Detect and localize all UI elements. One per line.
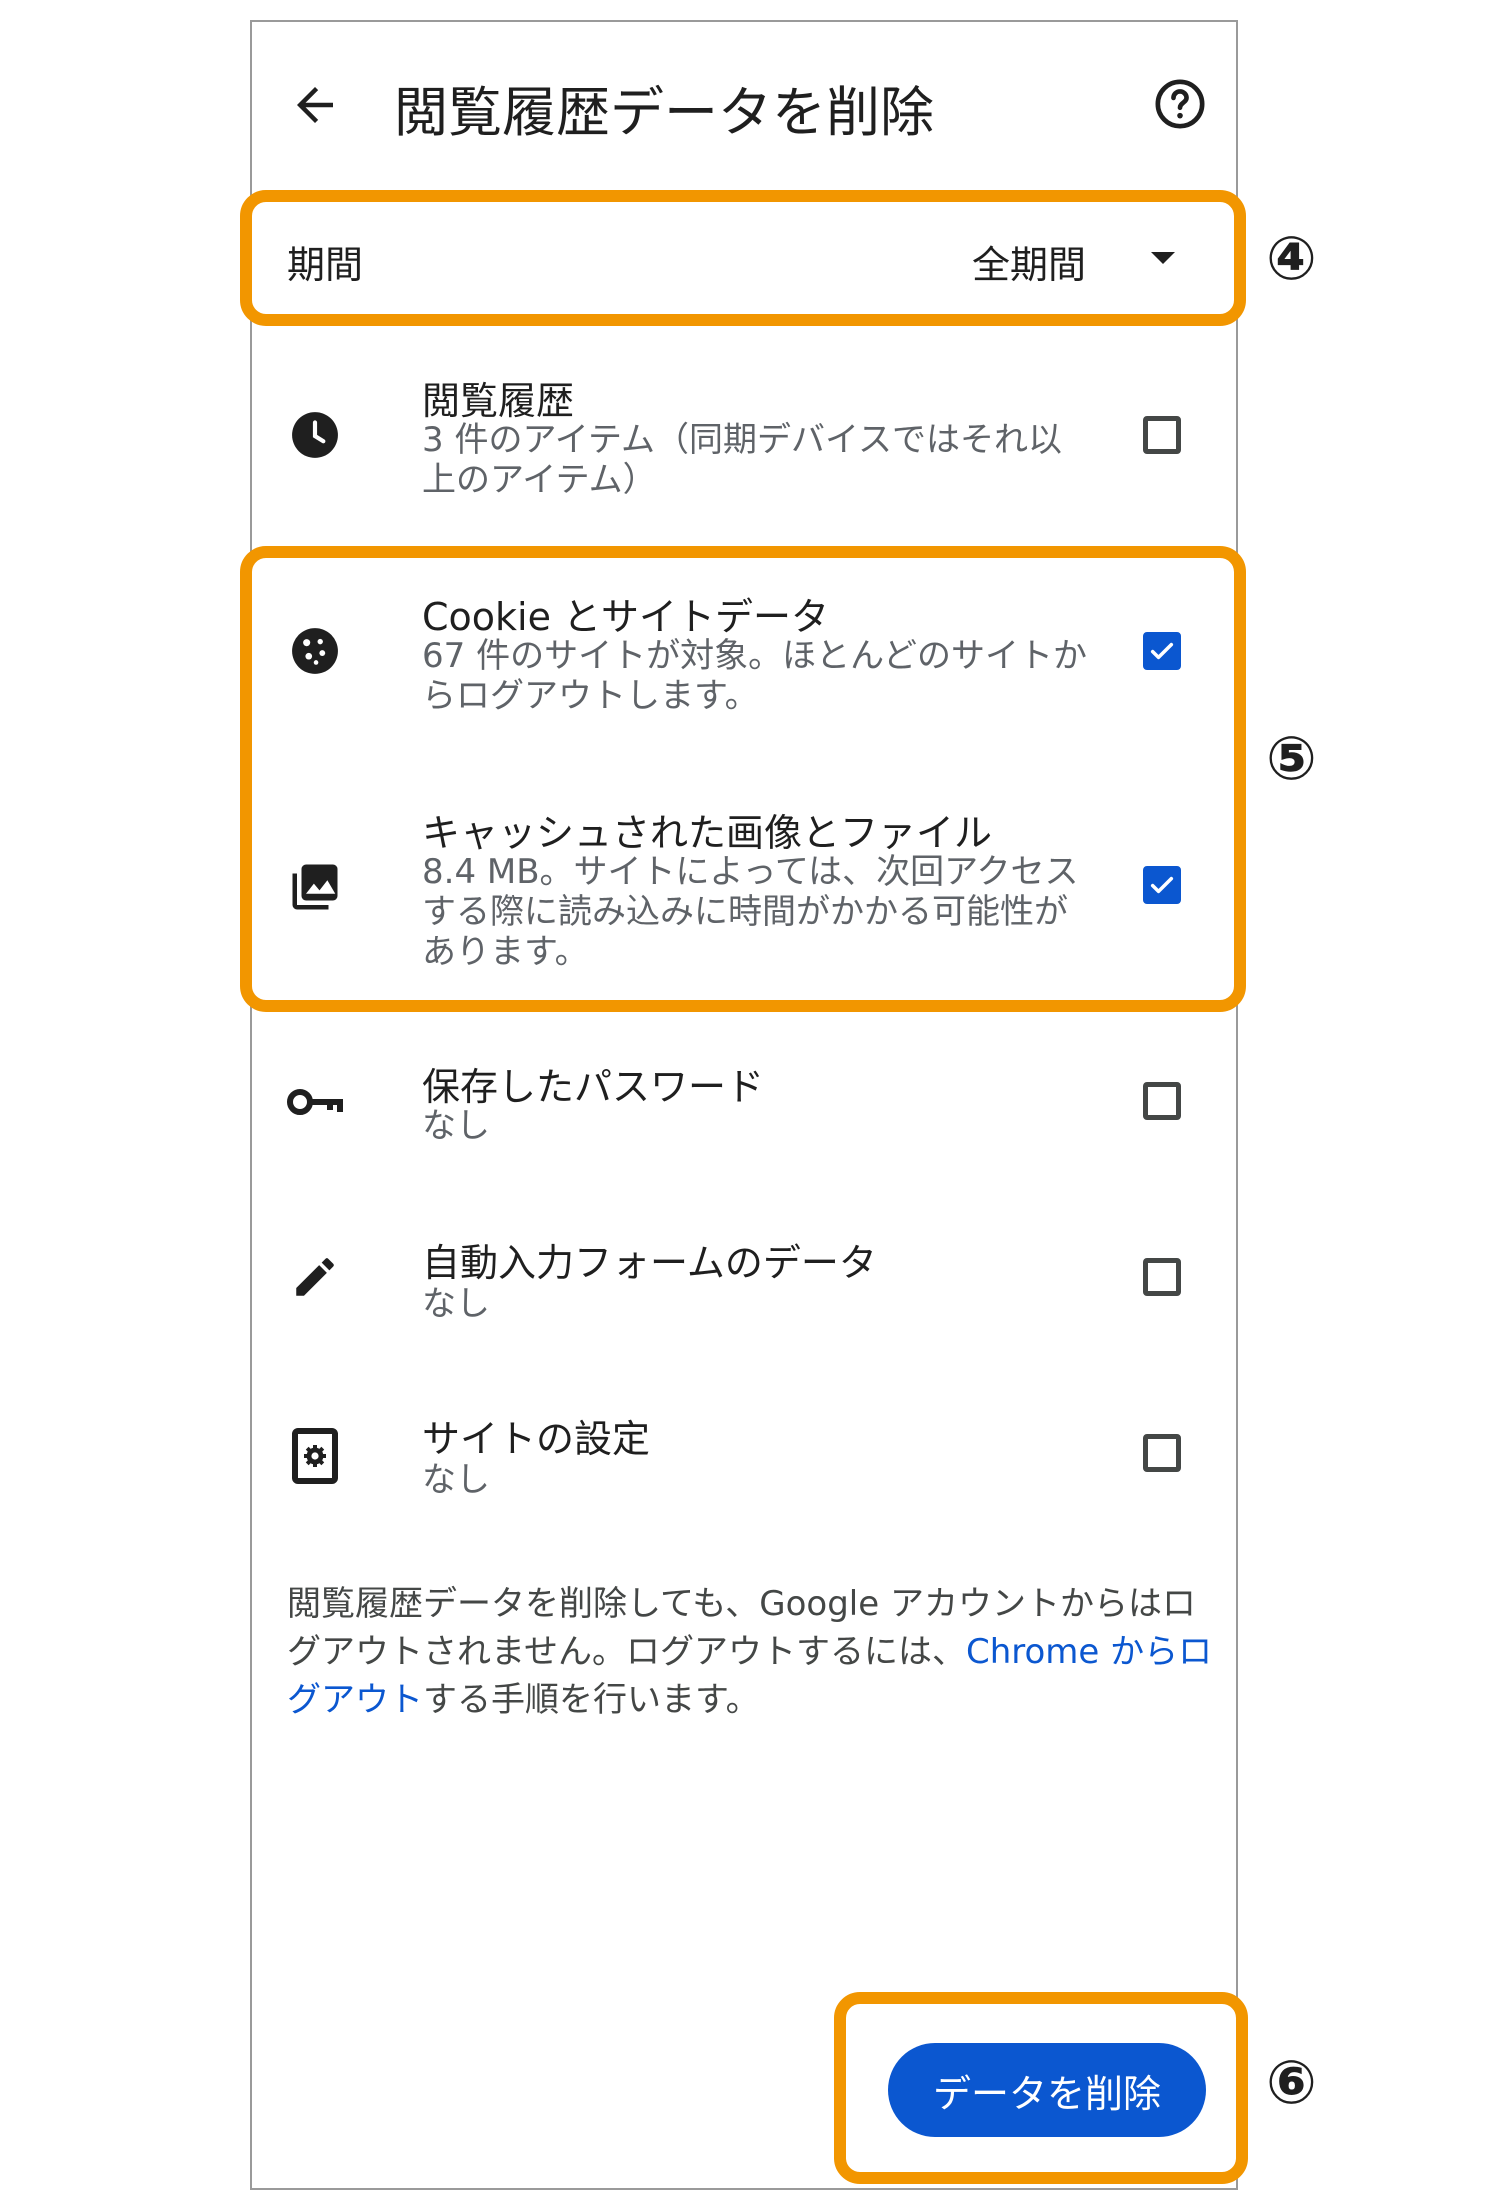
key-icon bbox=[286, 1082, 344, 1122]
chrome-signout-link[interactable]: Chrome からロ bbox=[966, 1632, 1212, 1672]
site-settings-icon bbox=[292, 1428, 338, 1484]
note-text-3: する手順を行います。 bbox=[423, 1680, 760, 1720]
item-sub-history-1: 3 件のアイテム（同期デバイスではそれ以 bbox=[422, 420, 1063, 460]
info-note: 閲覧履歴データを削除しても、Google アカウントからはロ グアウトされません… bbox=[287, 1580, 1217, 1724]
note-text-2: グアウトされません。ログアウトするには、 bbox=[287, 1632, 966, 1672]
history-checkbox[interactable] bbox=[1143, 416, 1181, 454]
passwords-checkbox[interactable] bbox=[1143, 1082, 1181, 1120]
pencil-icon bbox=[290, 1252, 340, 1302]
highlight-delete-button bbox=[834, 1992, 1248, 2184]
marker-4: ④ bbox=[1266, 224, 1317, 294]
back-arrow-icon[interactable] bbox=[288, 78, 342, 132]
item-title-passwords: 保存したパスワード bbox=[422, 1065, 765, 1109]
highlight-period bbox=[240, 190, 1246, 326]
page-title: 閲覧履歴データを削除 bbox=[394, 81, 934, 144]
marker-5: ⑤ bbox=[1266, 724, 1317, 794]
site-settings-checkbox[interactable] bbox=[1143, 1434, 1181, 1472]
item-sub-autofill: なし bbox=[422, 1284, 490, 1324]
item-title-autofill: 自動入力フォームのデータ bbox=[422, 1241, 877, 1285]
clock-icon bbox=[290, 410, 340, 460]
item-title-site-settings: サイトの設定 bbox=[422, 1417, 651, 1461]
item-sub-passwords: なし bbox=[422, 1106, 490, 1146]
highlight-data-types bbox=[240, 546, 1246, 1012]
autofill-checkbox[interactable] bbox=[1143, 1258, 1181, 1296]
item-sub-history-2: 上のアイテム） bbox=[422, 460, 657, 500]
item-sub-site-settings: なし bbox=[422, 1460, 490, 1500]
note-line-1: 閲覧履歴データを削除しても、Google アカウントからはロ bbox=[287, 1584, 1196, 1624]
help-icon[interactable] bbox=[1152, 76, 1208, 132]
item-title-history: 閲覧履歴 bbox=[422, 379, 575, 423]
chrome-signout-link-cont[interactable]: グアウト bbox=[287, 1680, 423, 1720]
marker-6: ⑥ bbox=[1266, 2048, 1317, 2118]
note-line-2: グアウトされません。ログアウトするには、Chrome からロ bbox=[287, 1628, 1217, 1676]
note-line-3: グアウトする手順を行います。 bbox=[287, 1676, 1217, 1724]
